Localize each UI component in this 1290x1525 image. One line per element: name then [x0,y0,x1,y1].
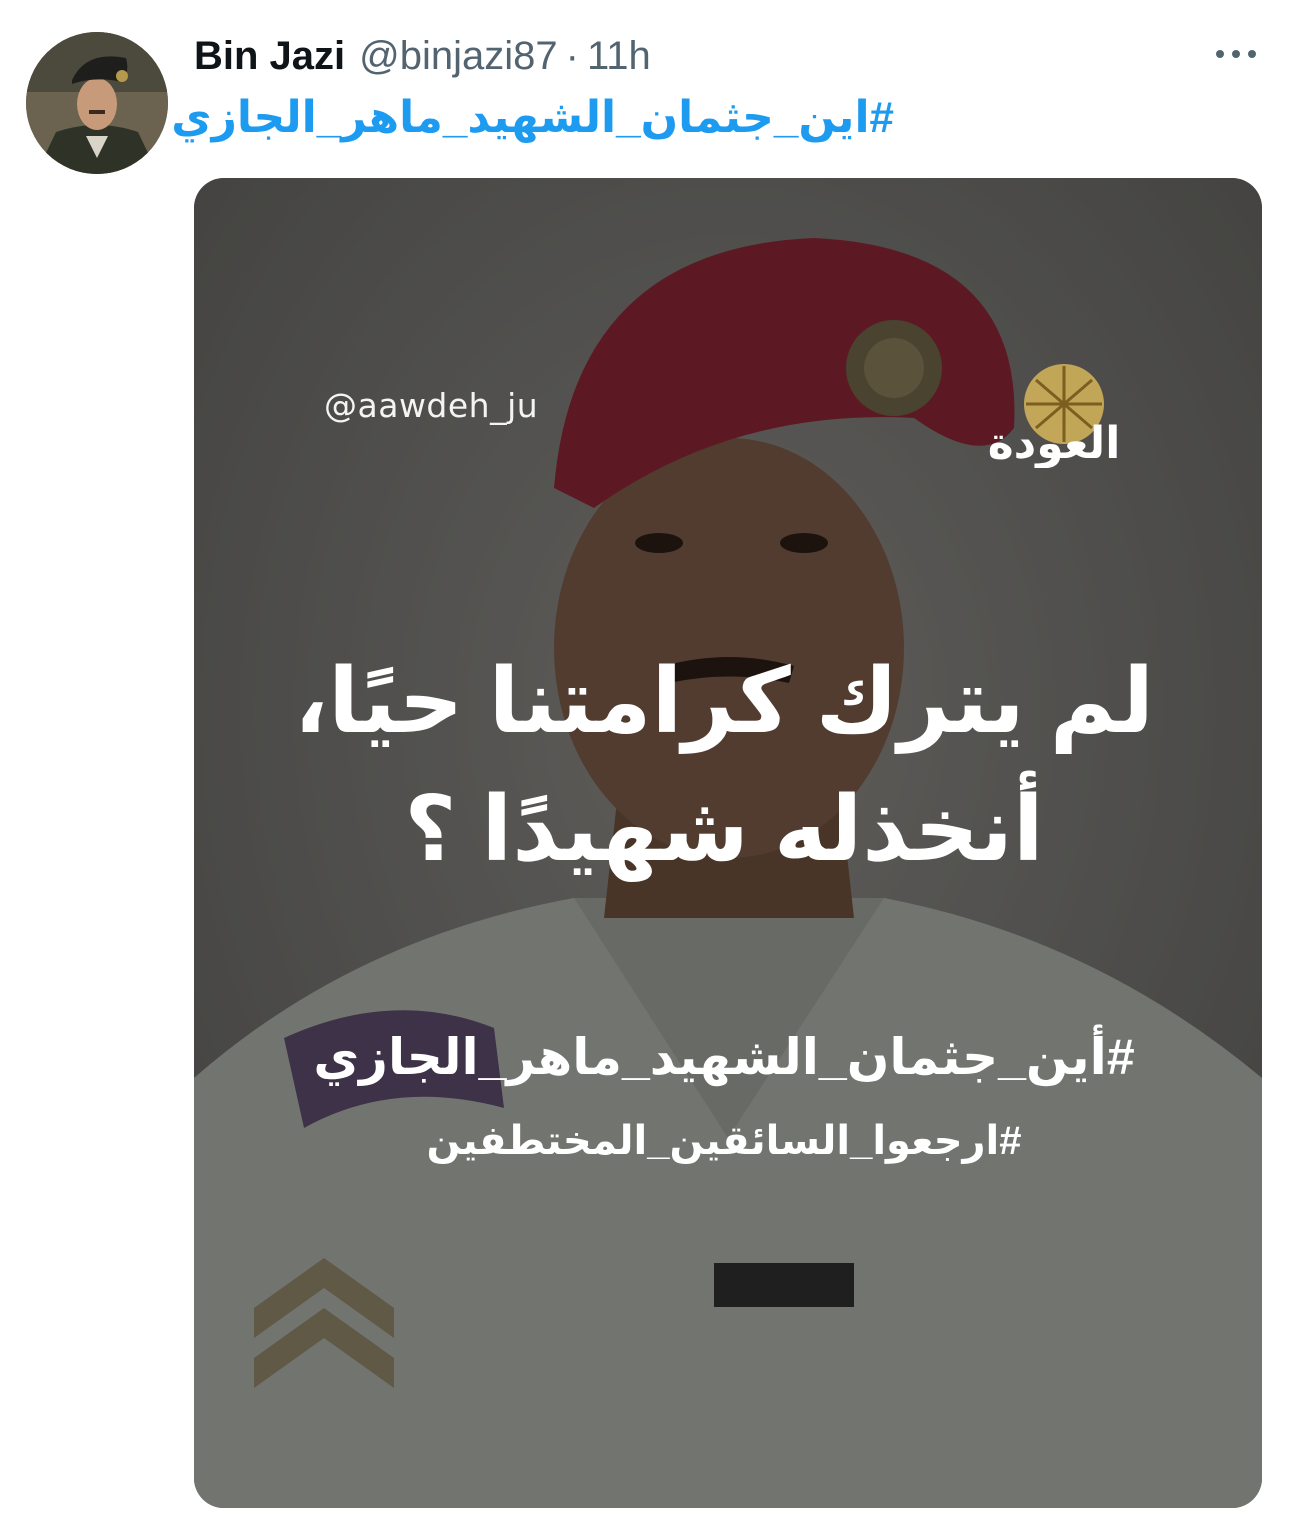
display-name[interactable]: Bin Jazi [194,34,345,79]
tweet[interactable]: Bin Jazi @binjazi87 · 11h #اين_جثمان_الش… [0,0,1290,1525]
headline-line-2: أنخذله شهيدًا ؟ [404,780,1044,880]
media-hashtag-1: #أين_جثمان_الشهيد_ماهر_الجازي [313,1029,1135,1085]
avatar[interactable] [26,32,168,174]
timestamp[interactable]: 11h [587,34,651,79]
headline-line-1: لم يترك كرامتنا حيًا، [293,652,1155,752]
watermark-handle: @aawdeh_ju [324,386,539,425]
separator-dot: · [565,34,579,78]
logo-lettering: العودة [988,418,1121,468]
tweet-header: Bin Jazi @binjazi87 · 11h [194,34,651,84]
user-handle[interactable]: @binjazi87 [359,34,558,79]
more-horizontal-icon[interactable] [1212,42,1260,66]
headline: لم يترك كرامتنا حيًا، أنخذله شهيدًا ؟ [254,638,1194,894]
tweet-media-image[interactable]: @aawdeh_ju العودة لم يترك كرامتنا حيًا، … [194,178,1262,1508]
tweet-hashtag-link[interactable]: #اين_جثمان_الشهيد_ماهر_الجازي [171,92,894,143]
media-hashtag-2: #ارجعوا_السائقين_المختطفين [426,1119,1022,1163]
aawdeh-logo: العودة [988,364,1121,468]
